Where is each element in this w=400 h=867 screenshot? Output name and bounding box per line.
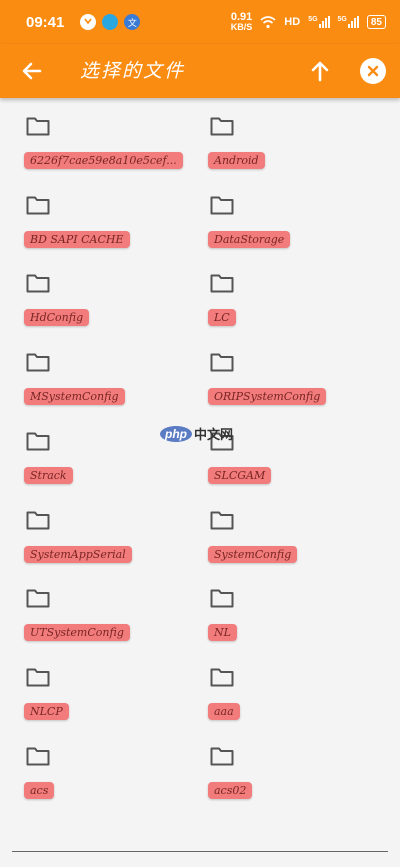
folder-icon (210, 746, 234, 766)
net-speed: 0.91 KB/S (230, 11, 253, 33)
folder-icon (210, 588, 234, 608)
folder-name: 6226f7cae59e8a10e5cef... (24, 152, 183, 169)
folder-item[interactable]: aaa (208, 649, 390, 728)
folder-name: DataStorage (208, 230, 291, 248)
folder-item[interactable]: NLCP (24, 649, 206, 728)
folder-item[interactable]: SystemConfig (208, 492, 390, 571)
folder-item[interactable]: 6226f7cae59e8a10e5cef... (24, 98, 206, 177)
notification-shield-icon (80, 14, 97, 30)
folder-icon (210, 195, 234, 215)
battery-icon: 85 (366, 15, 386, 29)
arrow-left-icon (22, 62, 42, 80)
wifi-icon (260, 15, 276, 28)
hd-label: HD (284, 16, 301, 28)
folder-name: acs02 (208, 781, 253, 799)
folder-icon (26, 352, 50, 372)
folder-item[interactable]: BD SAPI CACHE (24, 177, 206, 256)
folder-name: LC (208, 309, 236, 327)
watermark-logo: php (160, 425, 192, 442)
folder-item[interactable]: ORIPSystemConfig (208, 334, 390, 413)
folder-name: UTSystemConfig (24, 624, 130, 642)
folder-name: NLCP (24, 702, 69, 720)
back-button[interactable] (18, 57, 46, 85)
folder-name: Android (208, 152, 265, 169)
folder-icon (210, 273, 234, 293)
folder-name: BD SAPI CACHE (24, 230, 130, 248)
folder-item[interactable]: SystemAppSerial (24, 492, 206, 571)
folder-icon (210, 352, 234, 372)
folder-item[interactable]: acs02 (208, 728, 390, 807)
folder-name: SLCGAM (208, 466, 272, 484)
folder-icon (26, 195, 50, 215)
close-button[interactable] (360, 58, 386, 84)
notification-ai-icon: 文 (124, 14, 141, 30)
folder-item[interactable]: DataStorage (208, 177, 390, 256)
status-bar: 09:41 文 0.91 KB/S HD 5G 5G 85 (0, 0, 400, 44)
close-icon (367, 65, 379, 77)
folder-item[interactable]: NL (208, 570, 390, 649)
folder-name: SystemAppSerial (24, 545, 132, 563)
folder-icon (210, 510, 234, 530)
folder-icon (26, 116, 50, 136)
folder-item[interactable]: SLCGAM (208, 413, 390, 492)
folder-icon (26, 431, 50, 451)
folder-icon (26, 667, 50, 687)
folder-icon (26, 273, 50, 293)
folder-item[interactable]: UTSystemConfig (24, 570, 206, 649)
folder-icon (210, 667, 234, 687)
app-bar: 选择的文件 (0, 44, 400, 98)
folder-name: MSystemConfig (24, 388, 125, 406)
folder-item[interactable]: acs (24, 728, 206, 807)
watermark: php 中文网 (160, 424, 233, 443)
folder-icon (26, 588, 50, 608)
folder-icon (210, 116, 234, 136)
folder-name: aaa (208, 702, 240, 720)
folder-item[interactable]: LC (208, 255, 390, 334)
folder-icon (26, 746, 50, 766)
folder-item[interactable]: Android (208, 98, 390, 177)
folder-name: Strack (24, 466, 73, 484)
watermark-text: 中文网 (194, 428, 234, 443)
folder-name: SystemConfig (208, 545, 298, 563)
divider (12, 851, 388, 852)
page-title: 选择的文件 (80, 60, 186, 82)
signal-icon: 5G (308, 16, 330, 28)
folder-icon (26, 510, 50, 530)
folder-item[interactable]: HdConfig (24, 255, 206, 334)
parent-directory-button[interactable] (306, 57, 334, 85)
folder-item[interactable]: MSystemConfig (24, 334, 206, 413)
folder-name: NL (208, 624, 237, 642)
folder-name: acs (24, 781, 55, 799)
folder-name: ORIPSystemConfig (208, 388, 327, 406)
arrow-up-icon (311, 61, 329, 82)
status-indicators: 0.91 KB/S HD 5G 5G 85 (231, 12, 386, 32)
folder-name: HdConfig (24, 309, 90, 327)
status-time: 09:41 (26, 13, 65, 31)
notification-app-icon (102, 14, 119, 30)
signal-icon: 5G (338, 16, 359, 28)
